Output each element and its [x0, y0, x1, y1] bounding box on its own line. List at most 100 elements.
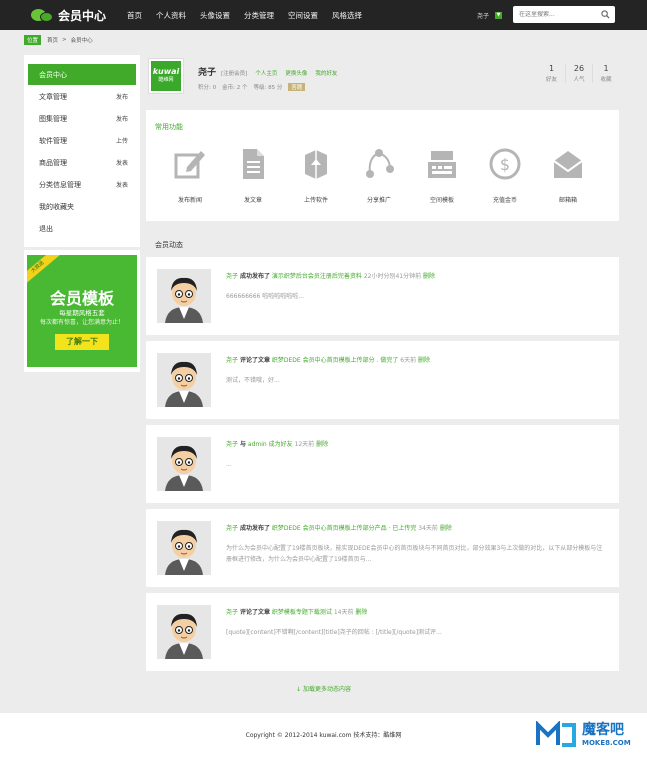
banner-button[interactable]: 了解一下	[55, 334, 109, 350]
func-label: 发布新闻	[177, 197, 202, 204]
func-mailbox[interactable]: 邮箱箱	[538, 147, 598, 204]
feed-headline: 尧子 成功发布了 演示织梦后台会员注册后完善资料 22小时分别41分钟前 删除	[226, 271, 435, 280]
main-nav: 首页 个人资料 头像设置 分类管理 空间设置 风格选择	[127, 0, 376, 30]
meta-coins: 金币: 2 个	[222, 85, 248, 91]
feed-user[interactable]: 尧子	[226, 441, 238, 448]
sidebar-item-label: 软件管理	[39, 136, 67, 145]
edit-icon	[174, 151, 205, 179]
sidebar-item-albums[interactable]: 图集管理 发布	[28, 108, 136, 129]
stat-value: 1	[548, 64, 555, 73]
func-label: 发文章	[243, 197, 262, 204]
meta-level: 等级: 85 分	[253, 85, 283, 91]
func-space-template[interactable]: 空间模板	[412, 147, 472, 204]
feed-target[interactable]: 演示织梦后台会员注册后完善资料	[272, 273, 362, 280]
sidebar-item-label: 图集管理	[39, 114, 67, 123]
func-label: 空间模板	[429, 197, 454, 204]
func-upload-software[interactable]: 上传软件	[286, 147, 346, 204]
banner-subtitle: 每星期风格五套	[59, 309, 105, 317]
feed-body: ...	[226, 461, 232, 468]
user-avatar-icon[interactable]	[157, 605, 211, 659]
sidebar-item-action[interactable]: 发布	[116, 92, 128, 101]
feed-target[interactable]: admin 成为好友	[248, 441, 293, 448]
feed-target[interactable]: 织梦模板专题下载测试	[272, 609, 332, 616]
feed-item: 尧子 评论了文章 织梦DEDE 会员中心首页模板上传部分 . 做完了 6天前 删…	[146, 341, 619, 419]
stat-value: 1	[603, 64, 609, 73]
feed-target[interactable]: 织梦DEDE 会员中心首页模板上传部分产品 · 已上传完	[272, 525, 416, 532]
chevron-down-icon[interactable]: ▼	[495, 12, 503, 19]
func-post-article[interactable]: 发文章	[223, 147, 283, 204]
feed-user[interactable]: 尧子	[226, 525, 238, 532]
banner-title: 会员模板	[49, 289, 114, 308]
link-friends[interactable]: 我的好友	[315, 69, 337, 77]
stat-label: 收藏	[600, 77, 612, 83]
sidebar-item-member-center[interactable]: 会员中心	[28, 64, 136, 85]
feed-delete[interactable]: 删除	[418, 357, 430, 364]
svg-text:$: $	[500, 155, 510, 174]
share-network-icon	[366, 149, 394, 178]
link-change-avatar[interactable]: 更换头像	[285, 69, 307, 77]
sidebar-item-action[interactable]: 发布	[116, 114, 128, 123]
sidebar-item-logout[interactable]: 退出	[28, 218, 136, 239]
feed-user[interactable]: 尧子	[226, 609, 238, 616]
stat-label: 人气	[573, 77, 585, 83]
site-logo[interactable]: 会员中心	[31, 5, 109, 25]
stat-favorites[interactable]: 1 收藏	[592, 64, 619, 83]
feed-delete[interactable]: 删除	[440, 525, 452, 532]
profile-name: 尧子	[198, 68, 217, 78]
func-post-news[interactable]: 发布新闻	[160, 147, 220, 204]
sidebar-item-favorites[interactable]: 我的收藏夹	[28, 196, 136, 217]
promo-banner-wrap: 大放送 会员模板 每星期风格五套 每次都有惊喜，让您满意为止！ 了解一下	[24, 250, 140, 372]
user-avatar-icon[interactable]	[157, 521, 211, 575]
watermark-logo: 魔客吧 MOKE8.COM	[536, 719, 642, 751]
nav-categories[interactable]: 分类管理	[244, 10, 274, 21]
nav-profile[interactable]: 个人资料	[156, 10, 186, 21]
dollar-coin-icon: $	[489, 148, 521, 180]
feed-delete[interactable]: 删除	[423, 273, 435, 280]
stat-popularity[interactable]: 26 人气	[565, 64, 592, 83]
sidebar: 会员中心 文章管理 发布 图集管理 发布 软件管理 上传 商品管理 发表 分类信息管理发…	[24, 55, 140, 247]
feed-headline: 尧子 成功发布了 织梦DEDE 会员中心首页模板上传部分产品 · 已上传完 34…	[226, 523, 452, 532]
load-more-link[interactable]: ↓ 加载更多动态内容	[0, 684, 647, 693]
sidebar-item-software[interactable]: 软件管理 上传	[28, 130, 136, 151]
nav-avatar[interactable]: 头像设置	[200, 10, 230, 21]
sidebar-item-products[interactable]: 商品管理 发表	[28, 152, 136, 173]
common-functions: 常用功能 发布新闻 发文章 上传软件 分享推广 空间模板 $ 充值金币 邮箱箱	[146, 110, 619, 221]
user-menu[interactable]: 尧子 ▼	[477, 11, 503, 20]
feed-delete[interactable]: 删除	[316, 441, 328, 448]
search-icon[interactable]	[601, 10, 610, 19]
sidebar-item-classifieds[interactable]: 分类信息管理 发表	[28, 174, 136, 195]
feed-body: 666666666 啦啦啦啦啦啦...	[226, 293, 304, 300]
func-recharge[interactable]: $ 充值金币	[475, 147, 535, 204]
feed-verb: 评论了文章	[239, 609, 270, 616]
sidebar-item-action[interactable]: 发表	[116, 180, 128, 189]
functions-title: 常用功能	[155, 123, 183, 131]
nav-home[interactable]: 首页	[127, 10, 142, 21]
func-share-promote[interactable]: 分享推广	[349, 147, 409, 204]
nav-style[interactable]: 风格选择	[332, 10, 362, 21]
breadcrumb: 位置 首页 > 会员中心	[24, 35, 97, 45]
nav-space-settings[interactable]: 空间设置	[288, 10, 318, 21]
feed-target[interactable]: 织梦DEDE 会员中心首页模板上传部分 . 做完了	[272, 357, 398, 364]
feed-user[interactable]: 尧子	[226, 357, 238, 364]
link-homepage[interactable]: 个人主页	[255, 69, 277, 77]
promo-banner[interactable]: 大放送 会员模板 每星期风格五套 每次都有惊喜，让您满意为止！ 了解一下	[27, 255, 137, 367]
stat-friends[interactable]: 1 好友	[538, 64, 565, 83]
user-avatar-icon[interactable]	[157, 353, 211, 407]
username: 尧子	[477, 13, 490, 20]
upload-box-icon	[305, 150, 327, 179]
sidebar-item-articles[interactable]: 文章管理 发布	[28, 86, 136, 107]
search-input[interactable]	[519, 11, 601, 18]
avatar[interactable]: kuwai 酷维网	[148, 58, 184, 94]
user-avatar-icon[interactable]	[157, 269, 211, 323]
sidebar-item-action[interactable]: 上传	[116, 136, 128, 145]
user-avatar-icon[interactable]	[157, 437, 211, 491]
mail-icon	[553, 151, 583, 178]
breadcrumb-home[interactable]: 首页	[47, 36, 58, 44]
watermark-en: MOKE8.COM	[582, 739, 631, 747]
feed-item: 尧子 成功发布了 演示织梦后台会员注册后完善资料 22小时分别41分钟前 删除 …	[146, 257, 619, 335]
banner-subtitle2: 每次都有惊喜，让您满意为止！	[39, 319, 124, 326]
feed-delete[interactable]: 删除	[355, 609, 367, 616]
stat-label: 好友	[545, 77, 557, 83]
feed-user[interactable]: 尧子	[226, 273, 238, 280]
sidebar-item-action[interactable]: 发表	[116, 158, 128, 167]
